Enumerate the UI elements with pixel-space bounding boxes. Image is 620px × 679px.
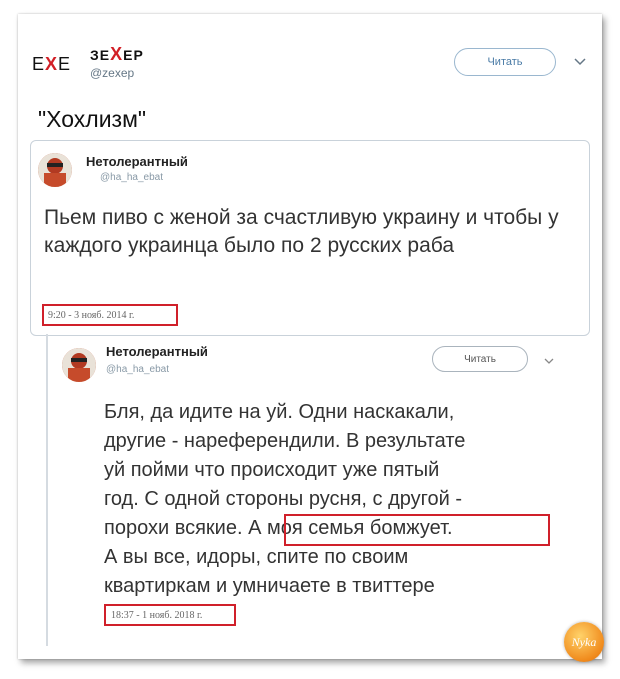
avatar[interactable] xyxy=(38,153,72,187)
tweet-text: "Хохлизм" xyxy=(38,106,147,132)
account-logo: EXE xyxy=(32,54,72,74)
quoted-author-handle-2[interactable]: @ha_ha_ebat xyxy=(106,364,169,375)
screenshot-frame: EXE ЗЕXЕР @zexep Читать "Хохлизм" Нетоле… xyxy=(18,14,604,662)
text-line: год. С одной стороны русня, с другой - xyxy=(104,488,463,510)
quoted-author-name[interactable]: Нетолерантный xyxy=(86,154,188,169)
quoted-tweet-date[interactable]: 9:20 - 3 нояб. 2014 г. xyxy=(42,304,178,326)
quoted-author-name-2[interactable]: Нетолерантный xyxy=(106,344,208,359)
follow-button-2[interactable]: Читать xyxy=(432,346,528,372)
highlight-box xyxy=(284,514,550,546)
text-line: другие - нареферендили. В результате xyxy=(104,430,466,452)
follow-button[interactable]: Читать xyxy=(454,48,556,76)
quoted-tweet-text: Пьем пиво с женой за счастливую украину … xyxy=(44,206,559,257)
chevron-down-icon[interactable] xyxy=(544,358,554,365)
text-line: Бля, да идите на уй. Одни наскакали, xyxy=(104,401,455,423)
account-handle[interactable]: @zexep xyxy=(90,66,134,80)
avatar[interactable] xyxy=(62,348,96,382)
account-name[interactable]: ЗЕXЕР xyxy=(90,44,144,65)
text-line: А вы все, идоры, спите по своим xyxy=(104,546,409,568)
text-line: уй пойми что происходит уже пятый xyxy=(104,459,440,481)
quoted-author-handle[interactable]: @ha_ha_ebat xyxy=(100,172,163,183)
quoted-tweet-date-2[interactable]: 18:37 - 1 нояб. 2018 г. xyxy=(104,604,236,626)
text-line: квартиркам и умничаете в твиттере xyxy=(104,575,435,597)
chevron-down-icon[interactable] xyxy=(574,58,586,66)
quoted-tweet-text-2: Бля, да идите на уй. Одни наскакали, дру… xyxy=(104,398,574,601)
watermark-logo: Nyka xyxy=(564,622,604,662)
